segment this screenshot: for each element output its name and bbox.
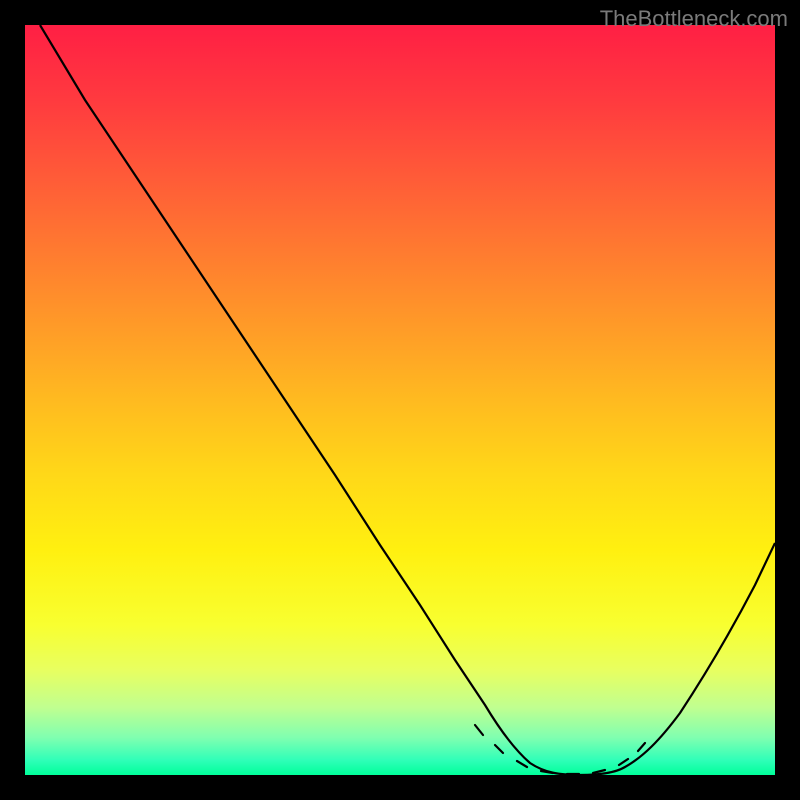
watermark-text: TheBottleneck.com bbox=[600, 6, 788, 32]
chart-svg bbox=[25, 25, 775, 775]
bottleneck-curve-path bbox=[40, 25, 775, 775]
chart-plot-area bbox=[25, 25, 775, 775]
highlight-dashes bbox=[475, 725, 645, 774]
